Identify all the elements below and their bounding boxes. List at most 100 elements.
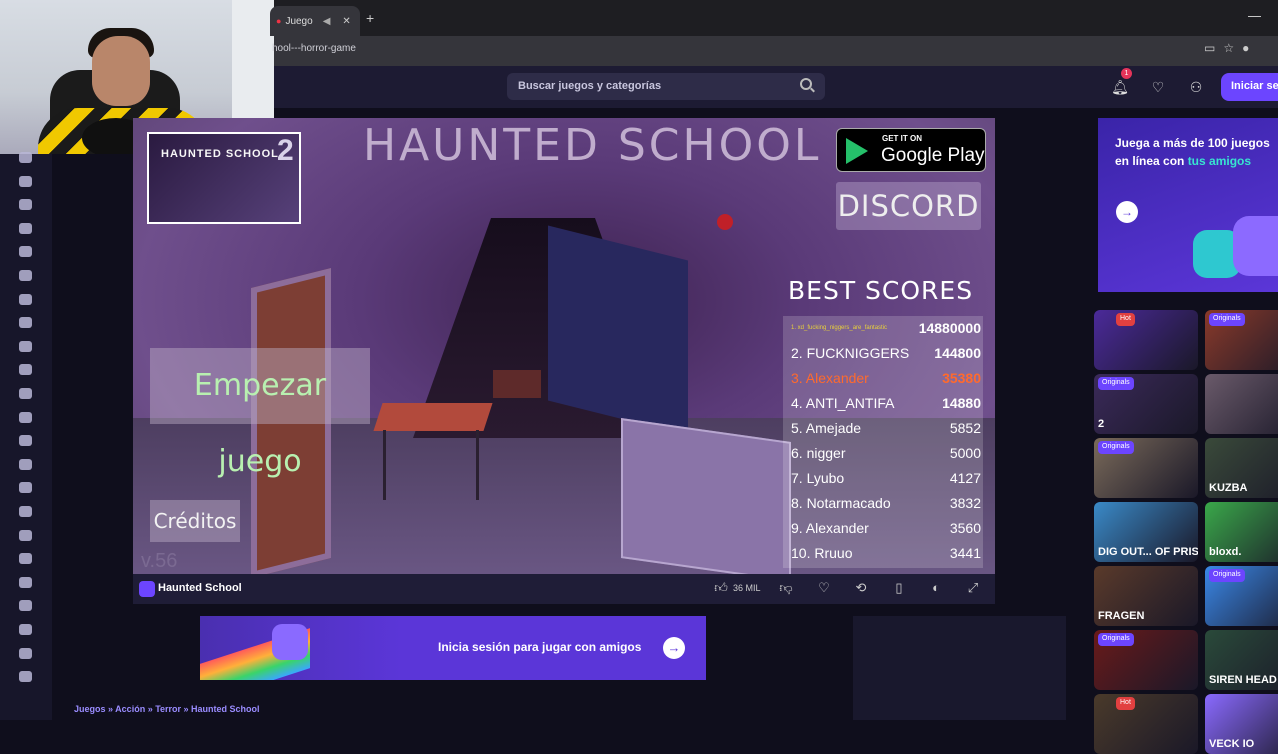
category-book-icon[interactable] [19,576,32,588]
promo-highlight: tus amigos [1187,154,1252,168]
game-toolbar: Haunted School 👍︎ 36 MIL 👎︎ ♡ ⟲ ▯ ◐ ⤢ [133,574,995,604]
game-tile[interactable]: Originals [1205,566,1278,626]
promo-text: Juega a más de 100 juegos en línea con t… [1115,134,1275,170]
game-tile[interactable]: VECK IO [1205,694,1278,754]
score-value: 3441 [949,545,981,561]
search-input[interactable]: Buscar juegos y categorías [507,73,825,100]
login-banner[interactable]: Inicia sesión para jugar con amigos → [200,616,706,680]
category-car-icon[interactable] [19,435,32,447]
webcam-face [92,36,150,106]
game-tile[interactable]: Originals [1094,630,1198,690]
category-star-icon[interactable] [19,175,32,187]
version-label: v.56 [141,550,178,572]
category-pencil-icon[interactable] [19,624,32,635]
scene-counter [621,418,791,574]
theater-mode-icon[interactable]: ◐ [926,578,946,598]
category-brick-icon[interactable] [19,600,32,612]
game-tile[interactable]: Originals 2 [1094,374,1198,434]
mobile-icon[interactable]: ▯ [889,578,909,598]
scene-alarm [717,214,733,230]
category-device-icon[interactable] [19,246,32,258]
search-icon[interactable] [800,78,812,90]
score-name: 2. FUCKNIGGERS [791,345,910,361]
scene-desk-leg [383,430,386,500]
score-row: 6. nigger 5000 [791,441,983,466]
game-tile[interactable]: FRAGEN [1094,566,1198,626]
arrow-right-icon[interactable]: → [663,637,685,659]
category-people-icon[interactable] [19,270,32,281]
score-name: 5. Amejade [791,420,862,436]
banner-text: Inicia sesión para jugar con amigos [438,640,642,654]
game-tile[interactable] [1205,374,1278,434]
category-controller-icon[interactable] [19,482,32,494]
game-tile[interactable]: Originals [1205,310,1278,370]
browser-tab-bar [274,0,1278,36]
category-globe-icon[interactable] [19,671,32,683]
game-tile[interactable]: bloxd. [1205,502,1278,562]
tab-favicon-icon: ● [276,16,282,26]
game-name: Haunted School [158,582,242,594]
category-flame-icon[interactable] [19,199,32,211]
promo-card[interactable]: Juega a más de 100 juegos en línea con t… [1098,118,1278,292]
start-game-button[interactable]: Empezar juego [150,348,370,479]
window-minimize-button[interactable]: — [1248,8,1261,23]
score-value: 35380 [942,370,981,386]
tile-badge: Originals [1098,441,1134,454]
breadcrumb[interactable]: Juegos » Acción » Terror » Haunted Schoo… [74,704,260,714]
fullscreen-icon[interactable]: ⤢ [963,578,983,598]
tile-label: bloxd. [1209,546,1242,558]
thumbnail-number: 2 [277,134,294,167]
category-gamepad-icon[interactable] [19,388,32,399]
score-value: 5852 [949,420,981,436]
game-tile[interactable]: DIG OUT... OF PRISON [1094,502,1198,562]
category-grid-icon[interactable] [19,647,32,659]
browser-tab[interactable]: ● Juego ◀ ✕ [270,6,360,36]
new-tab-button[interactable]: + [366,10,374,26]
category-refresh-icon[interactable] [19,222,32,234]
category-bolt-icon[interactable] [19,293,32,305]
tile-label: DIG OUT... OF PRISON [1098,546,1198,558]
share-icon[interactable]: ⟲ [851,578,871,598]
category-ball-icon[interactable] [19,458,32,470]
friends-icon[interactable]: ⚇ [1184,75,1208,99]
profile-icon[interactable]: ● [1242,41,1257,55]
category-chess-icon[interactable] [19,506,32,517]
category-compass-icon[interactable] [19,317,32,329]
discord-button[interactable]: DISCORD [836,182,981,230]
tab-audio-icon[interactable]: ◀ [323,16,331,27]
scene-boxes [493,370,541,398]
credits-button[interactable]: Créditos [150,500,240,542]
category-basketball-icon[interactable] [19,340,32,352]
score-name: 8. Notarmacado [791,495,891,511]
score-row: 5. Amejade 5852 [791,416,983,441]
mascot-icon [272,624,308,660]
thumbs-up-icon[interactable]: 👍︎ [711,578,731,598]
login-button[interactable]: Iniciar se [1221,73,1278,101]
category-target-icon[interactable] [19,553,32,565]
score-row: 3. Alexander 35380 [791,366,983,391]
category-magic-icon[interactable] [19,364,32,376]
google-play-button[interactable]: GET IT ON Google Play [836,128,986,172]
heart-icon[interactable]: ♡ [1146,75,1170,99]
cast-icon[interactable]: ▭ [1204,41,1223,55]
game-tile[interactable]: SIREN HEAD [1205,630,1278,690]
google-play-small-text: GET IT ON [882,134,922,143]
tile-badge: Hot [1116,697,1135,710]
url-text[interactable]: hool---horror-game [272,43,356,54]
game-tile[interactable]: Hot [1094,310,1198,370]
arrow-right-icon[interactable]: → [1116,201,1138,223]
favorite-heart-icon[interactable]: ♡ [814,578,834,598]
game-tile[interactable]: KUZBA [1205,438,1278,498]
game-thumbnail: HAUNTED SCHOOL 2 [147,132,301,224]
tab-close-icon[interactable]: ✕ [342,16,350,27]
category-puzzle-icon[interactable] [19,411,32,423]
thumbs-down-icon[interactable]: 👎︎ [776,578,796,598]
game-icon [139,581,155,597]
game-tile[interactable]: Hot [1094,694,1198,754]
score-row: 10. Rruuo 3441 [791,541,983,566]
game-tile[interactable]: Originals [1094,438,1198,498]
score-name: 1. xd_fucking_niggers_are_fantastic [791,325,888,331]
bookmark-star-icon[interactable]: ☆ [1223,41,1242,55]
category-ghost-icon[interactable] [19,529,32,541]
category-home-icon[interactable] [19,152,32,163]
